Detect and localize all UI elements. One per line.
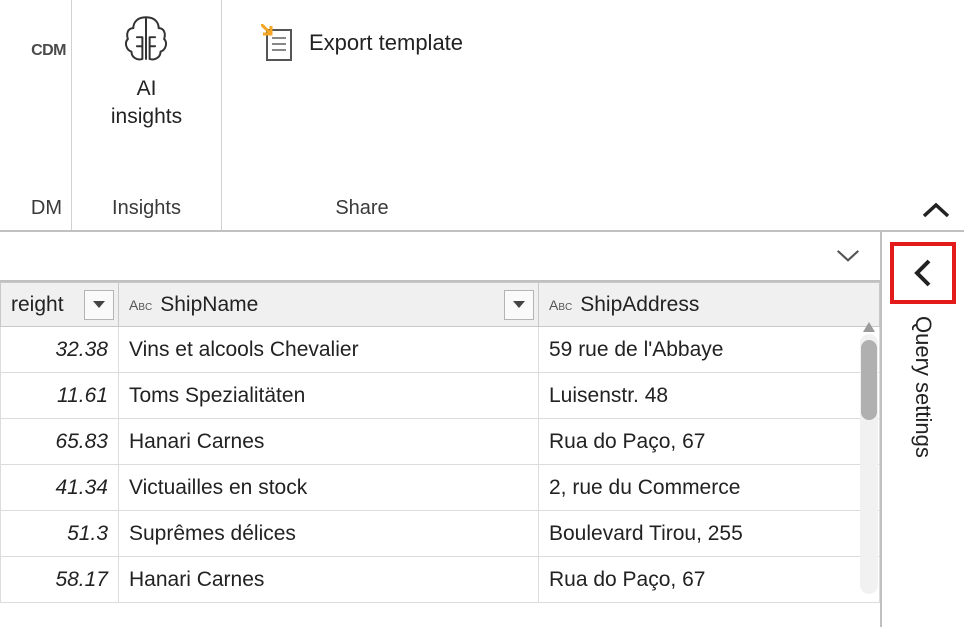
- shipaddress-header-text: ShipAddress: [580, 293, 699, 317]
- ai-insights-button[interactable]: AI insights: [101, 0, 192, 131]
- map-to-entity-button[interactable]: CDM p to tity: [0, 8, 18, 139]
- cell-freight[interactable]: 41.34: [1, 465, 119, 511]
- ribbon-group-insights: AI insights Insights: [72, 0, 222, 230]
- caret-down-icon: [92, 300, 106, 310]
- cdm-badge: CDM: [31, 42, 66, 60]
- main-area: reight ABC ShipName: [0, 232, 964, 627]
- scroll-up-icon[interactable]: [862, 320, 876, 334]
- cell-shipaddress[interactable]: Luisenstr. 48: [539, 373, 880, 419]
- collapse-ribbon-icon[interactable]: [922, 202, 950, 220]
- freight-header-text: reight: [11, 293, 64, 317]
- vertical-scrollbar[interactable]: [860, 334, 878, 594]
- cell-freight[interactable]: 32.38: [1, 327, 119, 373]
- filter-dropdown-freight[interactable]: [84, 290, 114, 320]
- export-template-button[interactable]: Export template: [251, 18, 473, 68]
- cell-shipname[interactable]: Toms Spezialitäten: [119, 373, 539, 419]
- export-template-label: Export template: [309, 30, 463, 56]
- cell-shipname[interactable]: Hanari Carnes: [119, 557, 539, 603]
- chevron-left-icon: [912, 258, 934, 288]
- query-settings-label: Query settings: [910, 316, 936, 458]
- shipname-header-text: ShipName: [160, 293, 258, 317]
- cell-freight[interactable]: 58.17: [1, 557, 119, 603]
- insights-btn-line2: insights: [111, 104, 182, 130]
- cell-shipaddress[interactable]: Boulevard Tirou, 255: [539, 511, 880, 557]
- insights-group-label: Insights: [76, 191, 217, 230]
- text-type-icon: ABC: [129, 297, 152, 313]
- cell-shipname[interactable]: Suprêmes délices: [119, 511, 539, 557]
- expand-query-settings-button[interactable]: [890, 242, 956, 304]
- table-row[interactable]: 32.38Vins et alcools Chevalier59 rue de …: [1, 327, 880, 373]
- cell-freight[interactable]: 11.61: [1, 373, 119, 419]
- cell-shipaddress[interactable]: 2, rue du Commerce: [539, 465, 880, 511]
- ribbon-group-cdm: CDM p to tity DM: [0, 0, 72, 230]
- query-settings-panel-collapsed: Query settings: [880, 232, 964, 627]
- text-type-icon: ABC: [549, 297, 572, 313]
- share-group-label: Share: [226, 191, 498, 230]
- ribbon-group-share: Export template Share: [222, 0, 502, 230]
- table-row[interactable]: 11.61Toms SpezialitätenLuisenstr. 48: [1, 373, 880, 419]
- scrollbar-thumb[interactable]: [861, 340, 877, 420]
- cell-freight[interactable]: 51.3: [1, 511, 119, 557]
- caret-down-icon: [512, 300, 526, 310]
- cell-shipaddress[interactable]: Rua do Paço, 67: [539, 557, 880, 603]
- insights-btn-line1: AI: [137, 76, 157, 102]
- column-header-shipname[interactable]: ABC ShipName: [119, 283, 539, 327]
- formula-bar[interactable]: [0, 232, 880, 280]
- cdm-group-label: DM: [0, 191, 70, 230]
- brain-icon: [117, 10, 175, 68]
- column-header-shipaddress[interactable]: ABC ShipAddress: [539, 283, 880, 327]
- export-template-icon: [261, 24, 295, 62]
- data-grid: reight ABC ShipName: [0, 282, 880, 627]
- grid-body: 32.38Vins et alcools Chevalier59 rue de …: [1, 327, 880, 603]
- column-header-freight[interactable]: reight: [1, 283, 119, 327]
- cell-shipname[interactable]: Hanari Carnes: [119, 419, 539, 465]
- cell-shipname[interactable]: Vins et alcools Chevalier: [119, 327, 539, 373]
- table-row[interactable]: 51.3Suprêmes délicesBoulevard Tirou, 255: [1, 511, 880, 557]
- header-row: reight ABC ShipName: [1, 283, 880, 327]
- chevron-down-icon[interactable]: [836, 249, 860, 263]
- cdm-mapping-icon: [0, 19, 8, 75]
- cell-shipname[interactable]: Victuailles en stock: [119, 465, 539, 511]
- table-row[interactable]: 65.83Hanari CarnesRua do Paço, 67: [1, 419, 880, 465]
- cell-shipaddress[interactable]: Rua do Paço, 67: [539, 419, 880, 465]
- ribbon: CDM p to tity DM AI insights Insights: [0, 0, 964, 232]
- table-row[interactable]: 58.17Hanari CarnesRua do Paço, 67: [1, 557, 880, 603]
- grid-wrap: reight ABC ShipName: [0, 232, 880, 627]
- cell-shipaddress[interactable]: 59 rue de l'Abbaye: [539, 327, 880, 373]
- cell-freight[interactable]: 65.83: [1, 419, 119, 465]
- table-row[interactable]: 41.34Victuailles en stock2, rue du Comme…: [1, 465, 880, 511]
- filter-dropdown-shipname[interactable]: [504, 290, 534, 320]
- formula-bar-row: [0, 232, 880, 282]
